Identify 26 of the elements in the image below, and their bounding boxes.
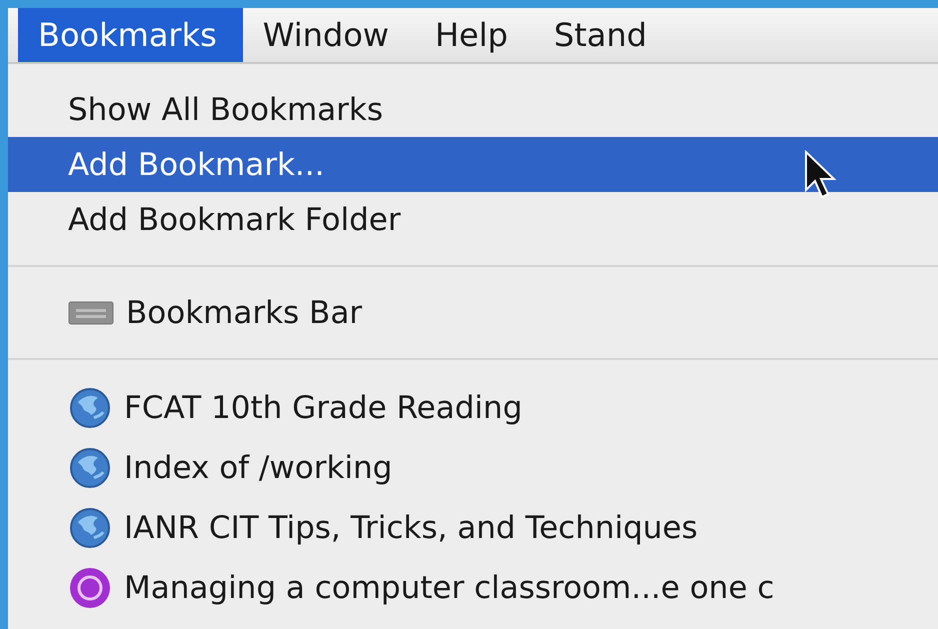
menu-item-label: Add Bookmark... (68, 146, 324, 182)
menu-item[interactable]: Show All Bookmarks (8, 82, 938, 137)
menu-item[interactable]: FCAT 10th Grade Reading (8, 378, 938, 438)
menu-bar-item[interactable]: Help (414, 8, 534, 62)
menu-item-label: Show All Bookmarks (68, 92, 383, 128)
mouse-pointer-icon (803, 150, 837, 200)
menu-bar-item[interactable]: Bookmarks (18, 8, 243, 62)
menu-bar-item[interactable]: Stand (534, 8, 673, 62)
menu-item-label: Add Bookmark Folder (68, 202, 401, 238)
globe-icon (68, 506, 112, 550)
menu-item-label: Bookmarks Bar (126, 294, 362, 330)
menu-bar-item[interactable]: Window (242, 8, 415, 62)
menu-item[interactable]: Add Bookmark Folder (8, 192, 938, 247)
menu-item[interactable]: Bookmarks Bar (8, 285, 938, 340)
menu-item[interactable]: Index of /working (8, 438, 938, 498)
menu-item-label: Index of /working (124, 450, 392, 486)
badge-icon (68, 566, 112, 610)
globe-icon (68, 446, 112, 490)
menu-item[interactable]: Managing a computer classroom...e one c (8, 558, 938, 618)
menu-item-label: FCAT 10th Grade Reading (124, 390, 522, 426)
bookmarks-bar-icon (68, 300, 114, 324)
globe-icon (68, 386, 112, 430)
menu-item-label: IANR CIT Tips, Tricks, and Techniques (124, 510, 698, 546)
menu-item[interactable]: Add Bookmark... (8, 137, 938, 192)
menu-item-label: Managing a computer classroom...e one c (124, 570, 774, 606)
menu-item[interactable]: IANR CIT Tips, Tricks, and Techniques (8, 498, 938, 558)
